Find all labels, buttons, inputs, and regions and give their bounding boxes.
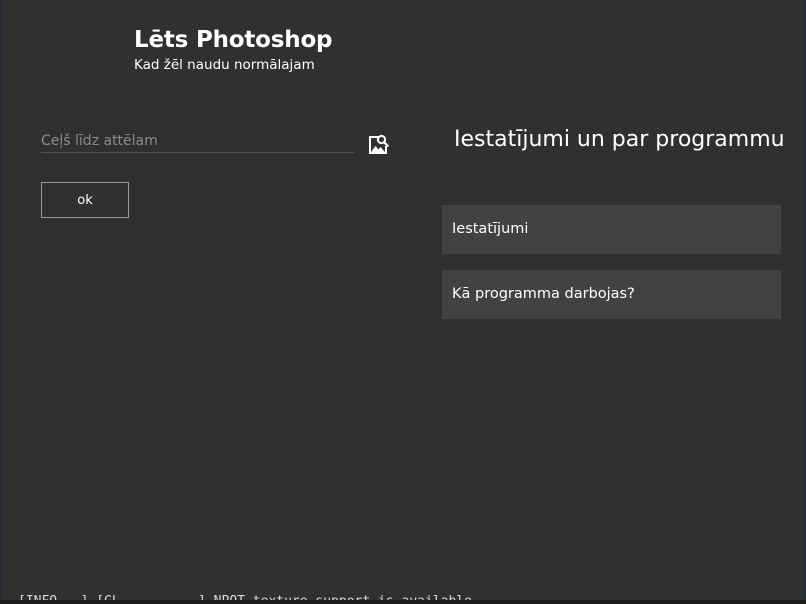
app-window: Lēts Photoshop Kad žēl naudu normālajam …	[0, 0, 806, 604]
app-title: Lēts Photoshop	[134, 27, 333, 53]
window-frame-bottom	[0, 600, 806, 604]
menu-item-settings[interactable]: Iestatījumi	[442, 205, 781, 254]
menu-item-how-it-works[interactable]: Kā programma darbojas?	[442, 270, 781, 319]
window-frame-left	[0, 0, 2, 604]
ok-button[interactable]: ok	[41, 182, 129, 218]
image-path-input[interactable]	[41, 130, 354, 152]
image-path-field[interactable]	[41, 130, 354, 153]
app-subtitle: Kad žēl naudu normālajam	[134, 57, 315, 73]
settings-heading: Iestatījumi un par programmu	[454, 127, 785, 152]
image-search-icon[interactable]	[366, 133, 390, 157]
